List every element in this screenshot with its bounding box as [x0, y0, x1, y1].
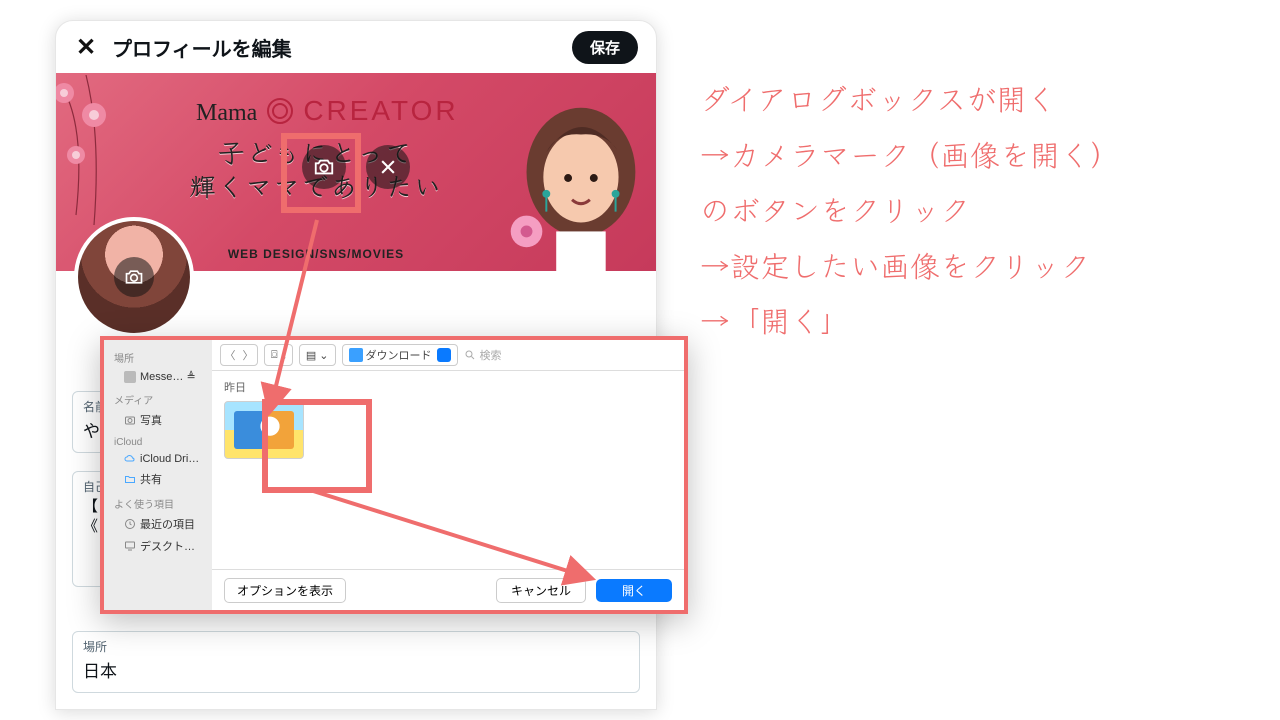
annotation-line-3: のボタンをクリック [700, 181, 1260, 237]
chevron-down-icon [437, 348, 451, 362]
close-button[interactable]: ✕ [74, 35, 98, 59]
panel-header: ✕ プロフィールを編集 保存 [56, 21, 656, 73]
annotation-line-4: →設定したい画像をクリック [700, 237, 1260, 293]
sidebar-item-messenger[interactable]: Messe… ≜ [104, 367, 212, 386]
nav-back-icon[interactable]: 〈 [221, 347, 239, 363]
search-placeholder: 検索 [480, 347, 502, 363]
sidebar-group-favorites: よく使う項目 [104, 490, 212, 513]
view-mode-list[interactable]: ▤ ⌄ [299, 344, 336, 366]
sidebar-item-recent[interactable]: 最近の項目 [104, 513, 212, 535]
sidebar-group-media: メディア [104, 386, 212, 409]
folder-icon [124, 473, 136, 485]
sidebar-item-shared[interactable]: 共有 [104, 468, 212, 490]
view-mode-icons[interactable]: ⌼ ⌄ [264, 344, 293, 366]
file-thumbnail[interactable] [224, 401, 304, 459]
section-yesterday: 昨日 [224, 379, 672, 395]
sidebar-group-icloud: iCloud [104, 431, 212, 450]
location-field[interactable]: 場所 日本 [72, 631, 640, 693]
app-icon [124, 371, 136, 383]
location-value: 日本 [83, 657, 629, 682]
folder-icon [349, 348, 363, 362]
panel-title: プロフィールを編集 [112, 33, 572, 62]
search-input[interactable]: 検索 [464, 347, 676, 363]
banner-subtitle: WEB DESIGN/SNS/MOVIES [156, 247, 476, 261]
cancel-button[interactable]: キャンセル [496, 578, 586, 603]
dialog-content: 昨日 [212, 371, 684, 569]
camera-icon [124, 414, 136, 426]
avatar [74, 217, 194, 337]
nav-fwd-icon[interactable]: 〉 [239, 347, 257, 363]
location-dropdown[interactable]: ダウンロード [342, 344, 458, 366]
camera-icon [313, 156, 335, 178]
search-icon [464, 349, 476, 361]
dialog-toolbar: 〈〉 ⌼ ⌄ ▤ ⌄ ダウンロード 検索 [212, 340, 684, 371]
options-button[interactable]: オプションを表示 [224, 578, 346, 603]
dialog-button-bar: オプションを表示 キャンセル 開く [212, 569, 684, 610]
banner-brand: Mama CREATOR [196, 95, 459, 127]
avatar-camera-button[interactable] [114, 257, 154, 297]
sidebar-item-photos[interactable]: 写真 [104, 409, 212, 431]
annotation-line-5: →「開く」 [700, 292, 1260, 348]
annotation-text: ダイアログボックスが開く →カメラマーク（画像を開く） のボタンをクリック →設… [700, 70, 1260, 348]
clock-icon [124, 518, 136, 530]
camera-icon [124, 267, 144, 287]
dialog-main: 〈〉 ⌼ ⌄ ▤ ⌄ ダウンロード 検索 昨日 オプションを表示 キャンセル 開… [212, 340, 684, 610]
banner-remove-button[interactable] [366, 145, 410, 189]
annotation-line-1: ダイアログボックスが開く [700, 70, 1260, 126]
cloud-icon [124, 453, 136, 465]
brand-script: Mama [196, 100, 257, 126]
sidebar-group-places: 場所 [104, 344, 212, 367]
brand-block: CREATOR [303, 95, 458, 126]
flower-decoration [56, 75, 166, 225]
banner-portrait [486, 83, 656, 271]
nav-buttons[interactable]: 〈〉 [220, 344, 258, 366]
dialog-sidebar: 場所 Messe… ≜ メディア 写真 iCloud iCloud Dri… 共… [104, 340, 212, 610]
location-label: 場所 [83, 638, 629, 655]
sidebar-item-desktop[interactable]: デスクト… [104, 535, 212, 557]
desktop-icon [124, 540, 136, 552]
banner-camera-button[interactable] [302, 145, 346, 189]
annotation-line-2: →カメラマーク（画像を開く） [700, 126, 1260, 182]
file-open-dialog: 場所 Messe… ≜ メディア 写真 iCloud iCloud Dri… 共… [100, 336, 688, 614]
save-button[interactable]: 保存 [572, 31, 638, 64]
close-icon [378, 157, 398, 177]
open-button[interactable]: 開く [596, 579, 672, 602]
banner-controls [302, 145, 410, 189]
sidebar-item-icloud-drive[interactable]: iCloud Dri… [104, 450, 212, 468]
